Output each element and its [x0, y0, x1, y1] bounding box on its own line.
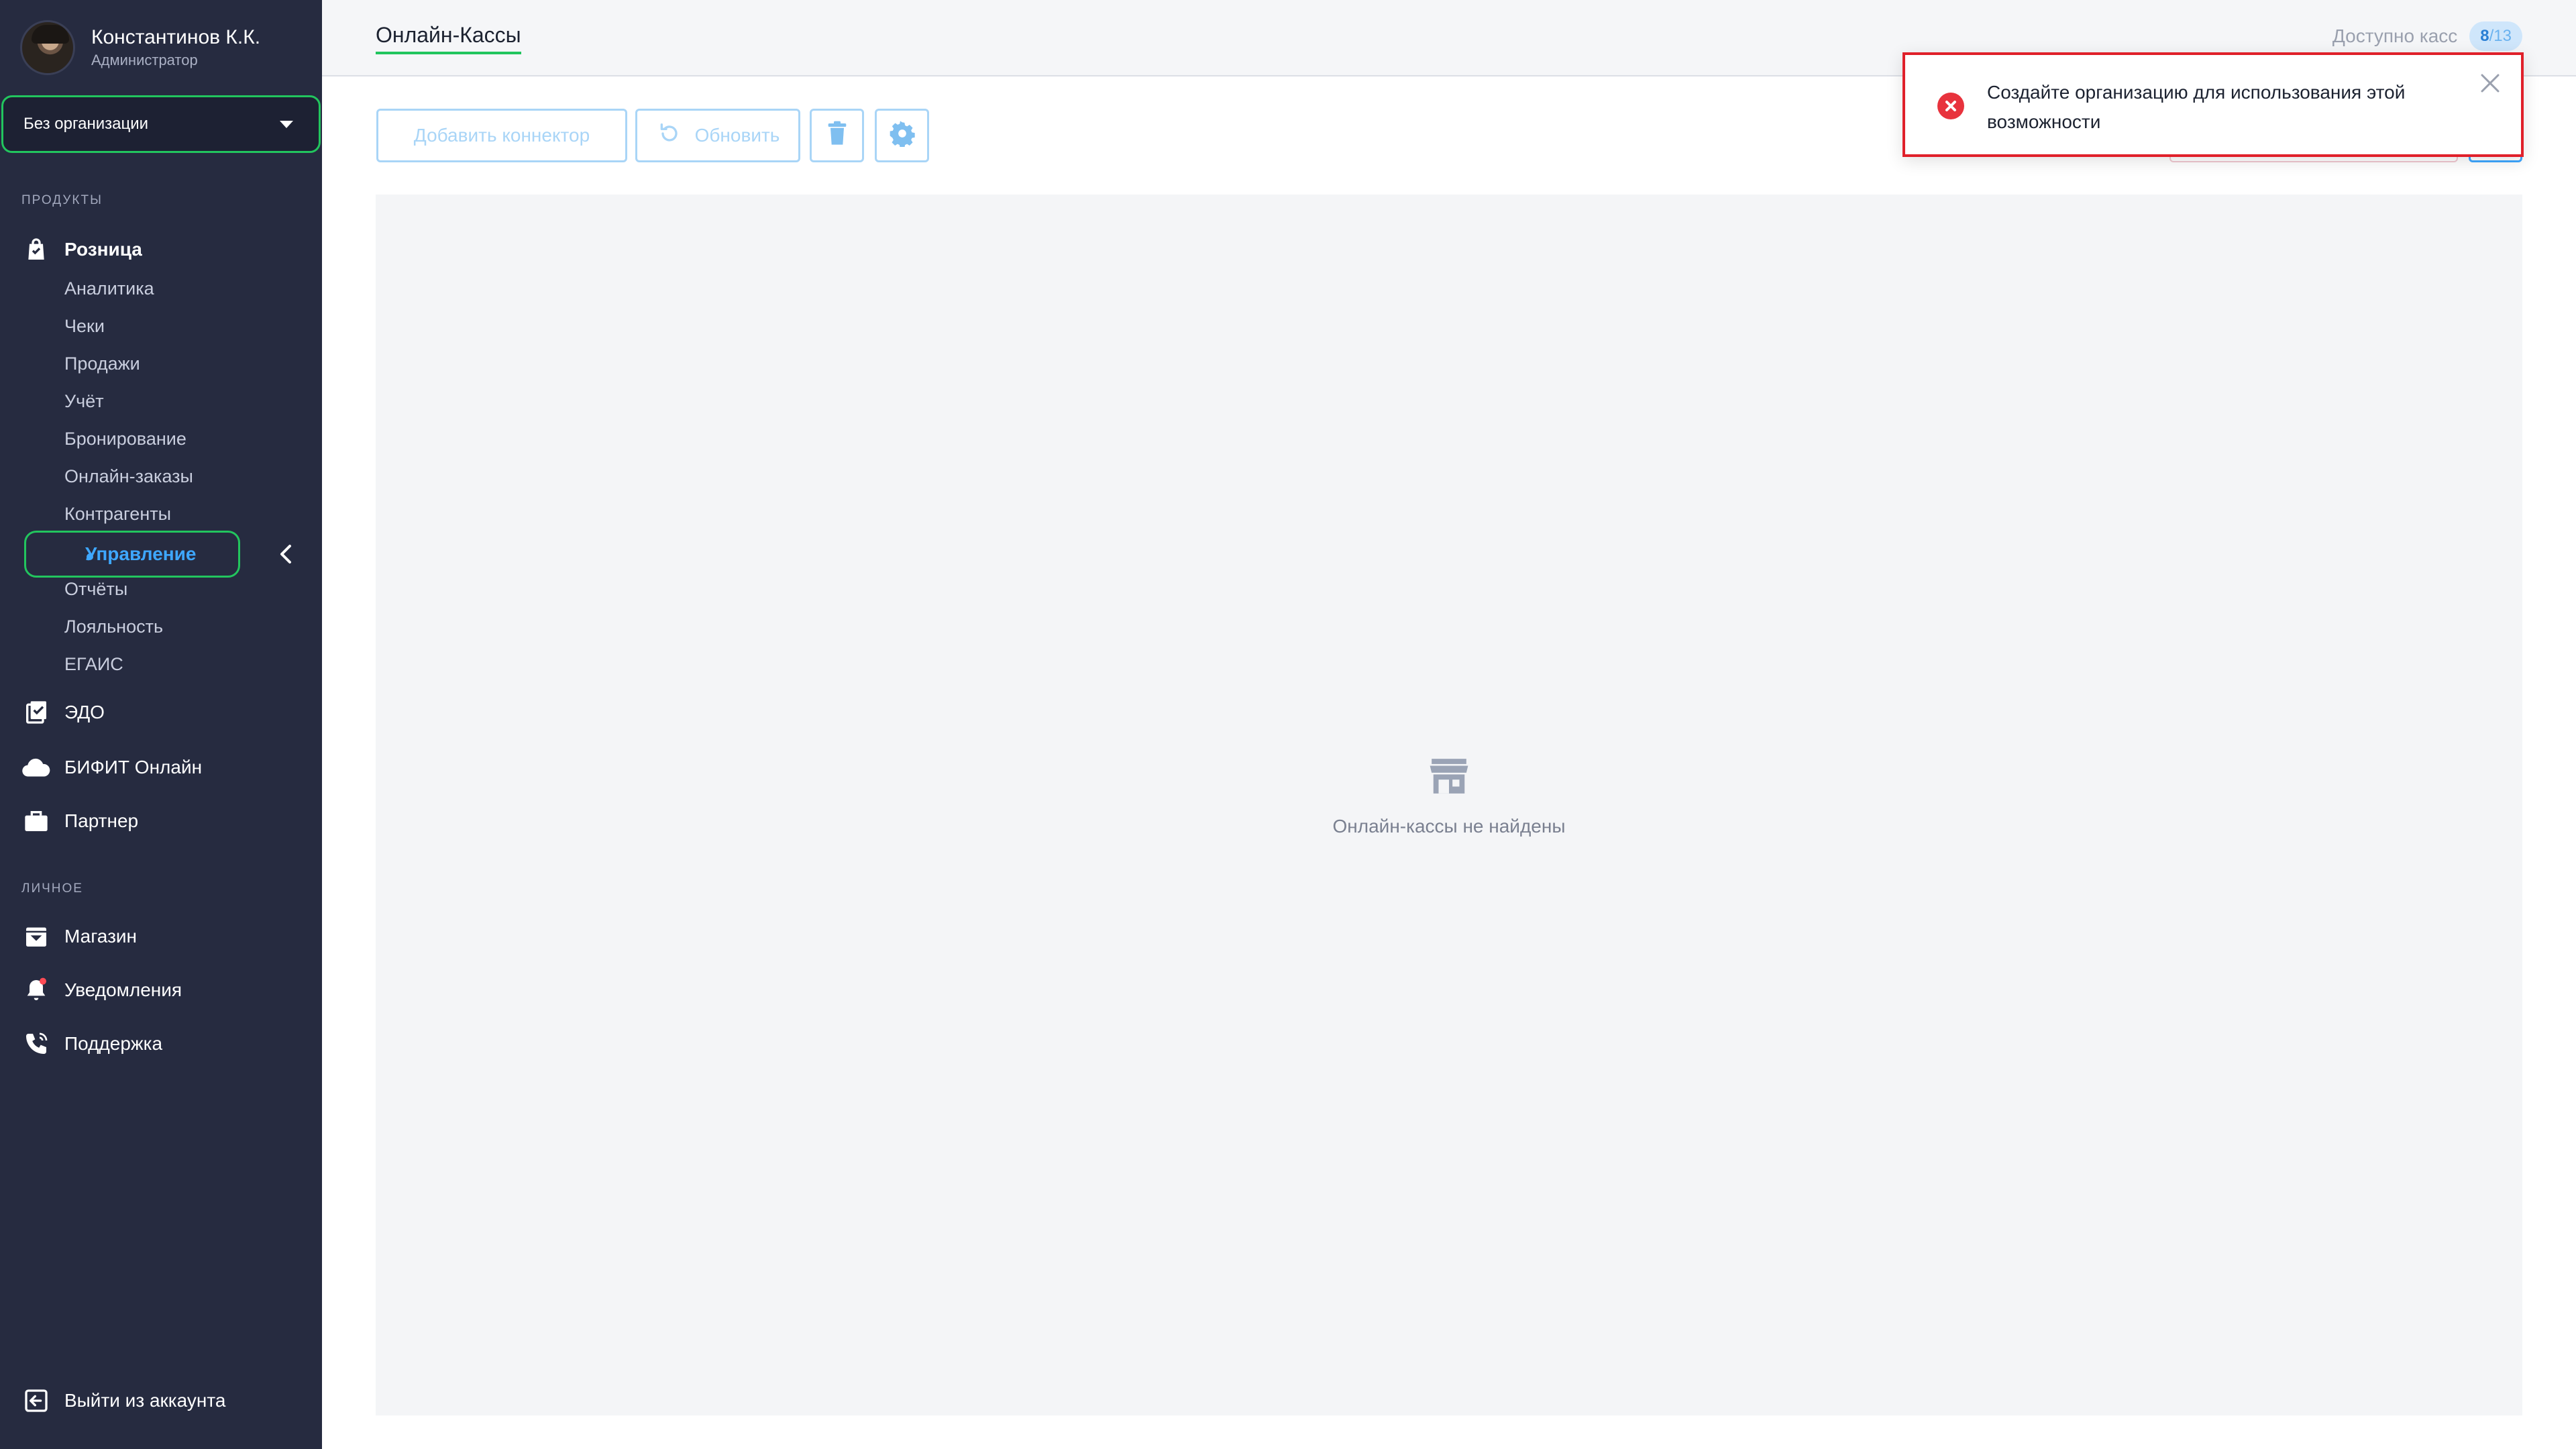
sidebar-subitem-label: Управление [85, 543, 197, 564]
sidebar-item-edo[interactable]: ЭДО [20, 696, 105, 729]
error-icon [1937, 93, 1964, 119]
sidebar-subitem-analytics[interactable]: Аналитика [64, 278, 154, 299]
sidebar-item-bifit-online[interactable]: БИФИТ Онлайн [20, 751, 202, 784]
sidebar-item-label: Розница [64, 239, 142, 260]
sidebar-item-label: ЭДО [64, 702, 105, 722]
bell-icon [20, 974, 52, 1006]
cloud-icon [20, 751, 52, 784]
sidebar-subitem-accounting[interactable]: Учёт [64, 391, 104, 412]
sidebar-subitem-reports[interactable]: Отчёты [64, 579, 127, 600]
sidebar-item-retail[interactable]: Розница [20, 233, 142, 266]
briefcase-icon [20, 805, 52, 837]
active-dot [87, 553, 93, 560]
sidebar-item-label: Поддержка [64, 1033, 163, 1054]
toast-message: Создайте организацию для использования э… [1987, 82, 2406, 132]
sidebar-item-support[interactable]: Поддержка [20, 1028, 162, 1060]
available-registers: Доступно касс 8/13 [2332, 21, 2522, 51]
sidebar-item-label: Уведомления [64, 979, 182, 1000]
sidebar: Константинов К.К. Администратор Без орга… [0, 0, 322, 1449]
delete-button[interactable] [810, 109, 864, 162]
error-toast: Создайте организацию для использования э… [1902, 52, 2524, 157]
sidebar-subitem-receipts[interactable]: Чеки [64, 316, 105, 337]
registers-list-panel: Онлайн-кассы не найдены [376, 195, 2522, 1415]
sidebar-subitem-counterparties[interactable]: Контрагенты [64, 504, 171, 525]
add-connector-button[interactable]: Добавить коннектор [376, 109, 627, 162]
logout-button[interactable]: Выйти из аккаунта [20, 1385, 225, 1417]
logout-label: Выйти из аккаунта [64, 1390, 226, 1411]
close-icon[interactable] [2478, 71, 2502, 95]
logout-icon [20, 1385, 52, 1417]
refresh-label: Обновить [694, 125, 780, 146]
refresh-button[interactable]: Обновить [635, 109, 800, 162]
chevron-down-icon [280, 120, 293, 128]
organization-select[interactable]: Без организации [1, 95, 321, 153]
sidebar-subitem-management[interactable]: Управление [24, 531, 240, 578]
store-icon [1428, 757, 1470, 796]
sidebar-subitem-online-orders[interactable]: Онлайн-заказы [64, 466, 193, 487]
add-connector-label: Добавить коннектор [413, 125, 590, 146]
sidebar-item-partner[interactable]: Партнер [20, 805, 138, 837]
user-role: Администратор [91, 52, 198, 68]
empty-state: Онлайн-кассы не найдены [376, 757, 2522, 837]
available-registers-label: Доступно касс [2332, 25, 2458, 46]
sidebar-item-label: Партнер [64, 810, 139, 831]
section-label-personal: ЛИЧНОЕ [21, 881, 83, 896]
sidebar-subitem-loyalty[interactable]: Лояльность [64, 616, 163, 637]
sidebar-subitem-egais[interactable]: ЕГАИС [64, 654, 123, 675]
chevron-left-icon[interactable] [275, 541, 299, 568]
avatar [20, 20, 75, 75]
refresh-icon [656, 120, 683, 152]
sidebar-item-notifications[interactable]: Уведомления [20, 974, 182, 1006]
section-label-products: ПРОДУКТЫ [21, 193, 103, 207]
sidebar-subitem-sales[interactable]: Продажи [64, 354, 140, 374]
sidebar-subitem-booking[interactable]: Бронирование [64, 429, 186, 449]
available-registers-total: /13 [2489, 27, 2512, 45]
available-registers-badge: 8/13 [2469, 21, 2522, 51]
user-profile[interactable]: Константинов К.К. Администратор [20, 20, 260, 75]
store-box-icon [20, 920, 52, 953]
phone-icon [20, 1028, 52, 1060]
trash-icon [826, 120, 849, 152]
gear-icon [889, 120, 916, 152]
sidebar-item-label: БИФИТ Онлайн [64, 757, 203, 777]
available-registers-used: 8 [2480, 27, 2489, 45]
settings-button[interactable] [875, 109, 929, 162]
user-name: Константинов К.К. [91, 26, 261, 48]
clipboard-check-icon [20, 696, 52, 729]
shopping-bag-icon [20, 233, 52, 266]
sidebar-item-label: Магазин [64, 926, 138, 947]
page-title: Онлайн-Кассы [376, 23, 521, 54]
empty-state-text: Онлайн-кассы не найдены [1332, 816, 1566, 837]
organization-select-value: Без организации [23, 115, 149, 133]
sidebar-item-store[interactable]: Магазин [20, 920, 137, 953]
